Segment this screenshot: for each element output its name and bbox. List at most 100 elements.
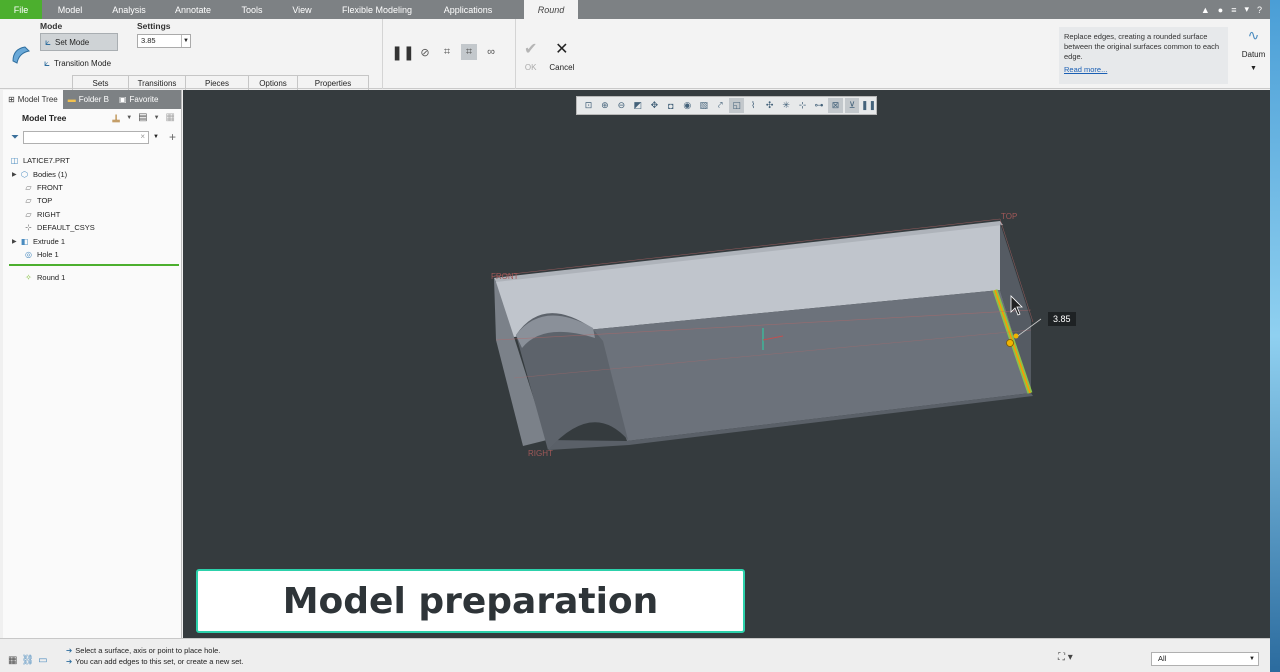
tab-options[interactable]: Options bbox=[248, 76, 297, 90]
expand-icon[interactable]: ▶ bbox=[12, 238, 20, 245]
separator bbox=[382, 19, 383, 89]
help-text: Replace edges, creating a rounded surfac… bbox=[1064, 32, 1220, 61]
link-icon[interactable]: ⛓ bbox=[21, 655, 34, 666]
radius-drag-handle bbox=[1006, 339, 1014, 347]
show-icon[interactable]: ▤ bbox=[138, 112, 147, 129]
tree-node-extrude[interactable]: ▶ ◧ Extrude 1 bbox=[3, 234, 181, 247]
settings-label: Settings bbox=[137, 21, 171, 31]
help-box: Replace edges, creating a rounded surfac… bbox=[1059, 27, 1228, 84]
insert-row bbox=[3, 261, 181, 271]
tree-node-front[interactable]: ▱ FRONT bbox=[3, 181, 181, 194]
transition-mode-icon: ⟀ bbox=[44, 57, 50, 69]
tree-icon: ⊞ bbox=[8, 95, 15, 104]
help-icon[interactable]: ? bbox=[1257, 5, 1262, 15]
menu-file[interactable]: File bbox=[0, 0, 42, 19]
settings-icon[interactable]: 𝍦 bbox=[112, 112, 120, 129]
check-icon: ✔ bbox=[524, 41, 538, 58]
selection-filter-icon[interactable]: ⛶ ▾ bbox=[1058, 652, 1073, 663]
expand-icon[interactable]: ▶ bbox=[12, 171, 20, 178]
tree-node-right[interactable]: ▱ RIGHT bbox=[3, 208, 181, 221]
menu-applications[interactable]: Applications bbox=[428, 0, 508, 19]
tab-pieces[interactable]: Pieces bbox=[185, 76, 248, 90]
tree-node-bodies[interactable]: ▶ ⬡ Bodies (1) bbox=[3, 167, 181, 180]
cancel-button[interactable]: ✕ Cancel bbox=[549, 39, 574, 72]
chevron-down-icon[interactable]: ▼ bbox=[126, 115, 132, 129]
tab-folder-browser[interactable]: ▬ Folder B bbox=[63, 90, 114, 109]
minimize-ribbon-icon[interactable]: ▲ bbox=[1201, 5, 1210, 15]
plane-label-right: RIGHT bbox=[528, 449, 553, 458]
part-icon: ◫ bbox=[10, 156, 19, 166]
tree-node-part[interactable]: ◫ LATICE7.PRT bbox=[3, 154, 181, 167]
grid-icon[interactable]: ▦ bbox=[8, 655, 17, 666]
menu-model[interactable]: Model bbox=[42, 0, 98, 19]
chevron-down-icon[interactable]: ▼ bbox=[153, 134, 159, 140]
ribbon: Mode ⟀ Set Mode ⟀ Transition Mode Settin… bbox=[0, 19, 1270, 90]
status-messages: ➔ Select a surface, axis or point to pla… bbox=[66, 646, 243, 667]
status-icons: ▦ ⛓ ▭ bbox=[8, 655, 48, 666]
geometry-preview-icon[interactable]: ⌗ bbox=[461, 44, 477, 60]
window-controls: ▲ ● ≡ ▾ ? bbox=[1201, 0, 1262, 19]
menu-spacer bbox=[508, 0, 524, 19]
caption-overlay: Model preparation bbox=[196, 569, 745, 633]
tree-node-hole[interactable]: ◎ Hole 1 bbox=[3, 248, 181, 261]
plane-label-front: FRONT bbox=[491, 272, 519, 281]
no-preview-icon[interactable]: ⊘ bbox=[417, 44, 433, 60]
tab-model-tree[interactable]: ⊞ Model Tree bbox=[3, 90, 63, 109]
bodies-icon: ⬡ bbox=[21, 169, 28, 179]
menu-analysis[interactable]: Analysis bbox=[98, 0, 160, 19]
datum-plane-icon: ▱ bbox=[25, 209, 32, 219]
folder-icon: ▬ bbox=[67, 95, 76, 104]
menu-flexible-modeling[interactable]: Flexible Modeling bbox=[326, 0, 428, 19]
dropdown-icon[interactable]: ▾ bbox=[1244, 4, 1249, 15]
tree-columns-icon[interactable]: ▦ bbox=[166, 112, 175, 129]
verify-mode-icon[interactable]: ∞ bbox=[483, 44, 499, 60]
set-mode-icon: ⟀ bbox=[45, 36, 51, 48]
add-icon[interactable]: + bbox=[169, 130, 176, 144]
menu-annotate[interactable]: Annotate bbox=[160, 0, 226, 19]
selection-filter-select[interactable]: All ▼ bbox=[1151, 652, 1259, 666]
chevron-down-icon: ▼ bbox=[1250, 65, 1257, 72]
radius-dimension[interactable]: 3.85 bbox=[1048, 312, 1076, 326]
radius-input[interactable]: 3.85 ▼ bbox=[137, 34, 191, 48]
tab-favorites[interactable]: ▣ Favorite bbox=[114, 90, 163, 109]
tab-sets[interactable]: Sets bbox=[72, 76, 128, 90]
tree-tools: 𝍦 ▼ ▤ ▼ ▦ bbox=[112, 112, 175, 129]
menu-round[interactable]: Round bbox=[524, 0, 578, 19]
hole-icon: ◎ bbox=[25, 249, 32, 259]
menu-tools[interactable]: Tools bbox=[226, 0, 278, 19]
ok-button[interactable]: ✔ OK bbox=[524, 39, 537, 72]
round-icon: ✧ bbox=[25, 273, 32, 283]
tree-node-round[interactable]: ✧ Round 1 bbox=[3, 271, 181, 284]
set-mode-button[interactable]: ⟀ Set Mode bbox=[40, 33, 118, 51]
graphics-viewport[interactable]: ⊡ ⊕ ⊖ ◩ ✥ ◘ ◉ ▧ ⤤ ◱ ⌇ ✣ ✳ ⊹ ⊶ ⊠ ⊻ ❚❚ TOP… bbox=[183, 90, 1270, 638]
menu-view[interactable]: View bbox=[278, 0, 326, 19]
model-tree: ◫ LATICE7.PRT ▶ ⬡ Bodies (1) ▱ FRONT ▱ T… bbox=[3, 154, 181, 285]
datum-button[interactable]: ∿ Datum ▼ bbox=[1237, 19, 1270, 89]
tab-properties[interactable]: Properties bbox=[297, 76, 369, 90]
close-icon: ✕ bbox=[555, 41, 569, 58]
dashboard-tabs: Sets Transitions Pieces Options Properti… bbox=[72, 75, 369, 90]
tree-node-csys[interactable]: ⊹ DEFAULT_CSYS bbox=[3, 221, 181, 234]
status-line: ➔ Select a surface, axis or point to pla… bbox=[66, 646, 221, 655]
desktop-edge bbox=[1270, 0, 1280, 672]
round-tool-icon bbox=[10, 43, 32, 67]
chevron-down-icon[interactable]: ▼ bbox=[154, 115, 160, 129]
insert-indicator[interactable] bbox=[9, 264, 179, 267]
transition-mode-button[interactable]: ⟀ Transition Mode bbox=[40, 56, 111, 70]
chevron-down-icon[interactable]: ▼ bbox=[181, 35, 190, 47]
globe-icon[interactable]: ● bbox=[1218, 5, 1223, 15]
pause-icon[interactable]: ❚❚ bbox=[391, 44, 414, 60]
piece-preview-icon[interactable]: ⌗ bbox=[439, 44, 455, 60]
chevron-down-icon: ▼ bbox=[1249, 656, 1255, 662]
read-more-link[interactable]: Read more... bbox=[1064, 65, 1223, 75]
window-icon[interactable]: ▭ bbox=[38, 655, 47, 666]
panel-tabs: ⊞ Model Tree ▬ Folder B ▣ Favorite bbox=[3, 90, 181, 109]
customize-icon[interactable]: ≡ bbox=[1231, 5, 1236, 15]
tree-title: Model Tree bbox=[22, 113, 67, 123]
clear-icon[interactable]: × bbox=[140, 132, 145, 141]
tree-node-top[interactable]: ▱ TOP bbox=[3, 194, 181, 207]
filter-icon[interactable]: ⏷ bbox=[11, 132, 19, 143]
model-geometry[interactable]: TOP FRONT RIGHT bbox=[183, 90, 1270, 638]
tab-transitions[interactable]: Transitions bbox=[128, 76, 185, 90]
tree-search-input[interactable]: × bbox=[23, 130, 149, 144]
